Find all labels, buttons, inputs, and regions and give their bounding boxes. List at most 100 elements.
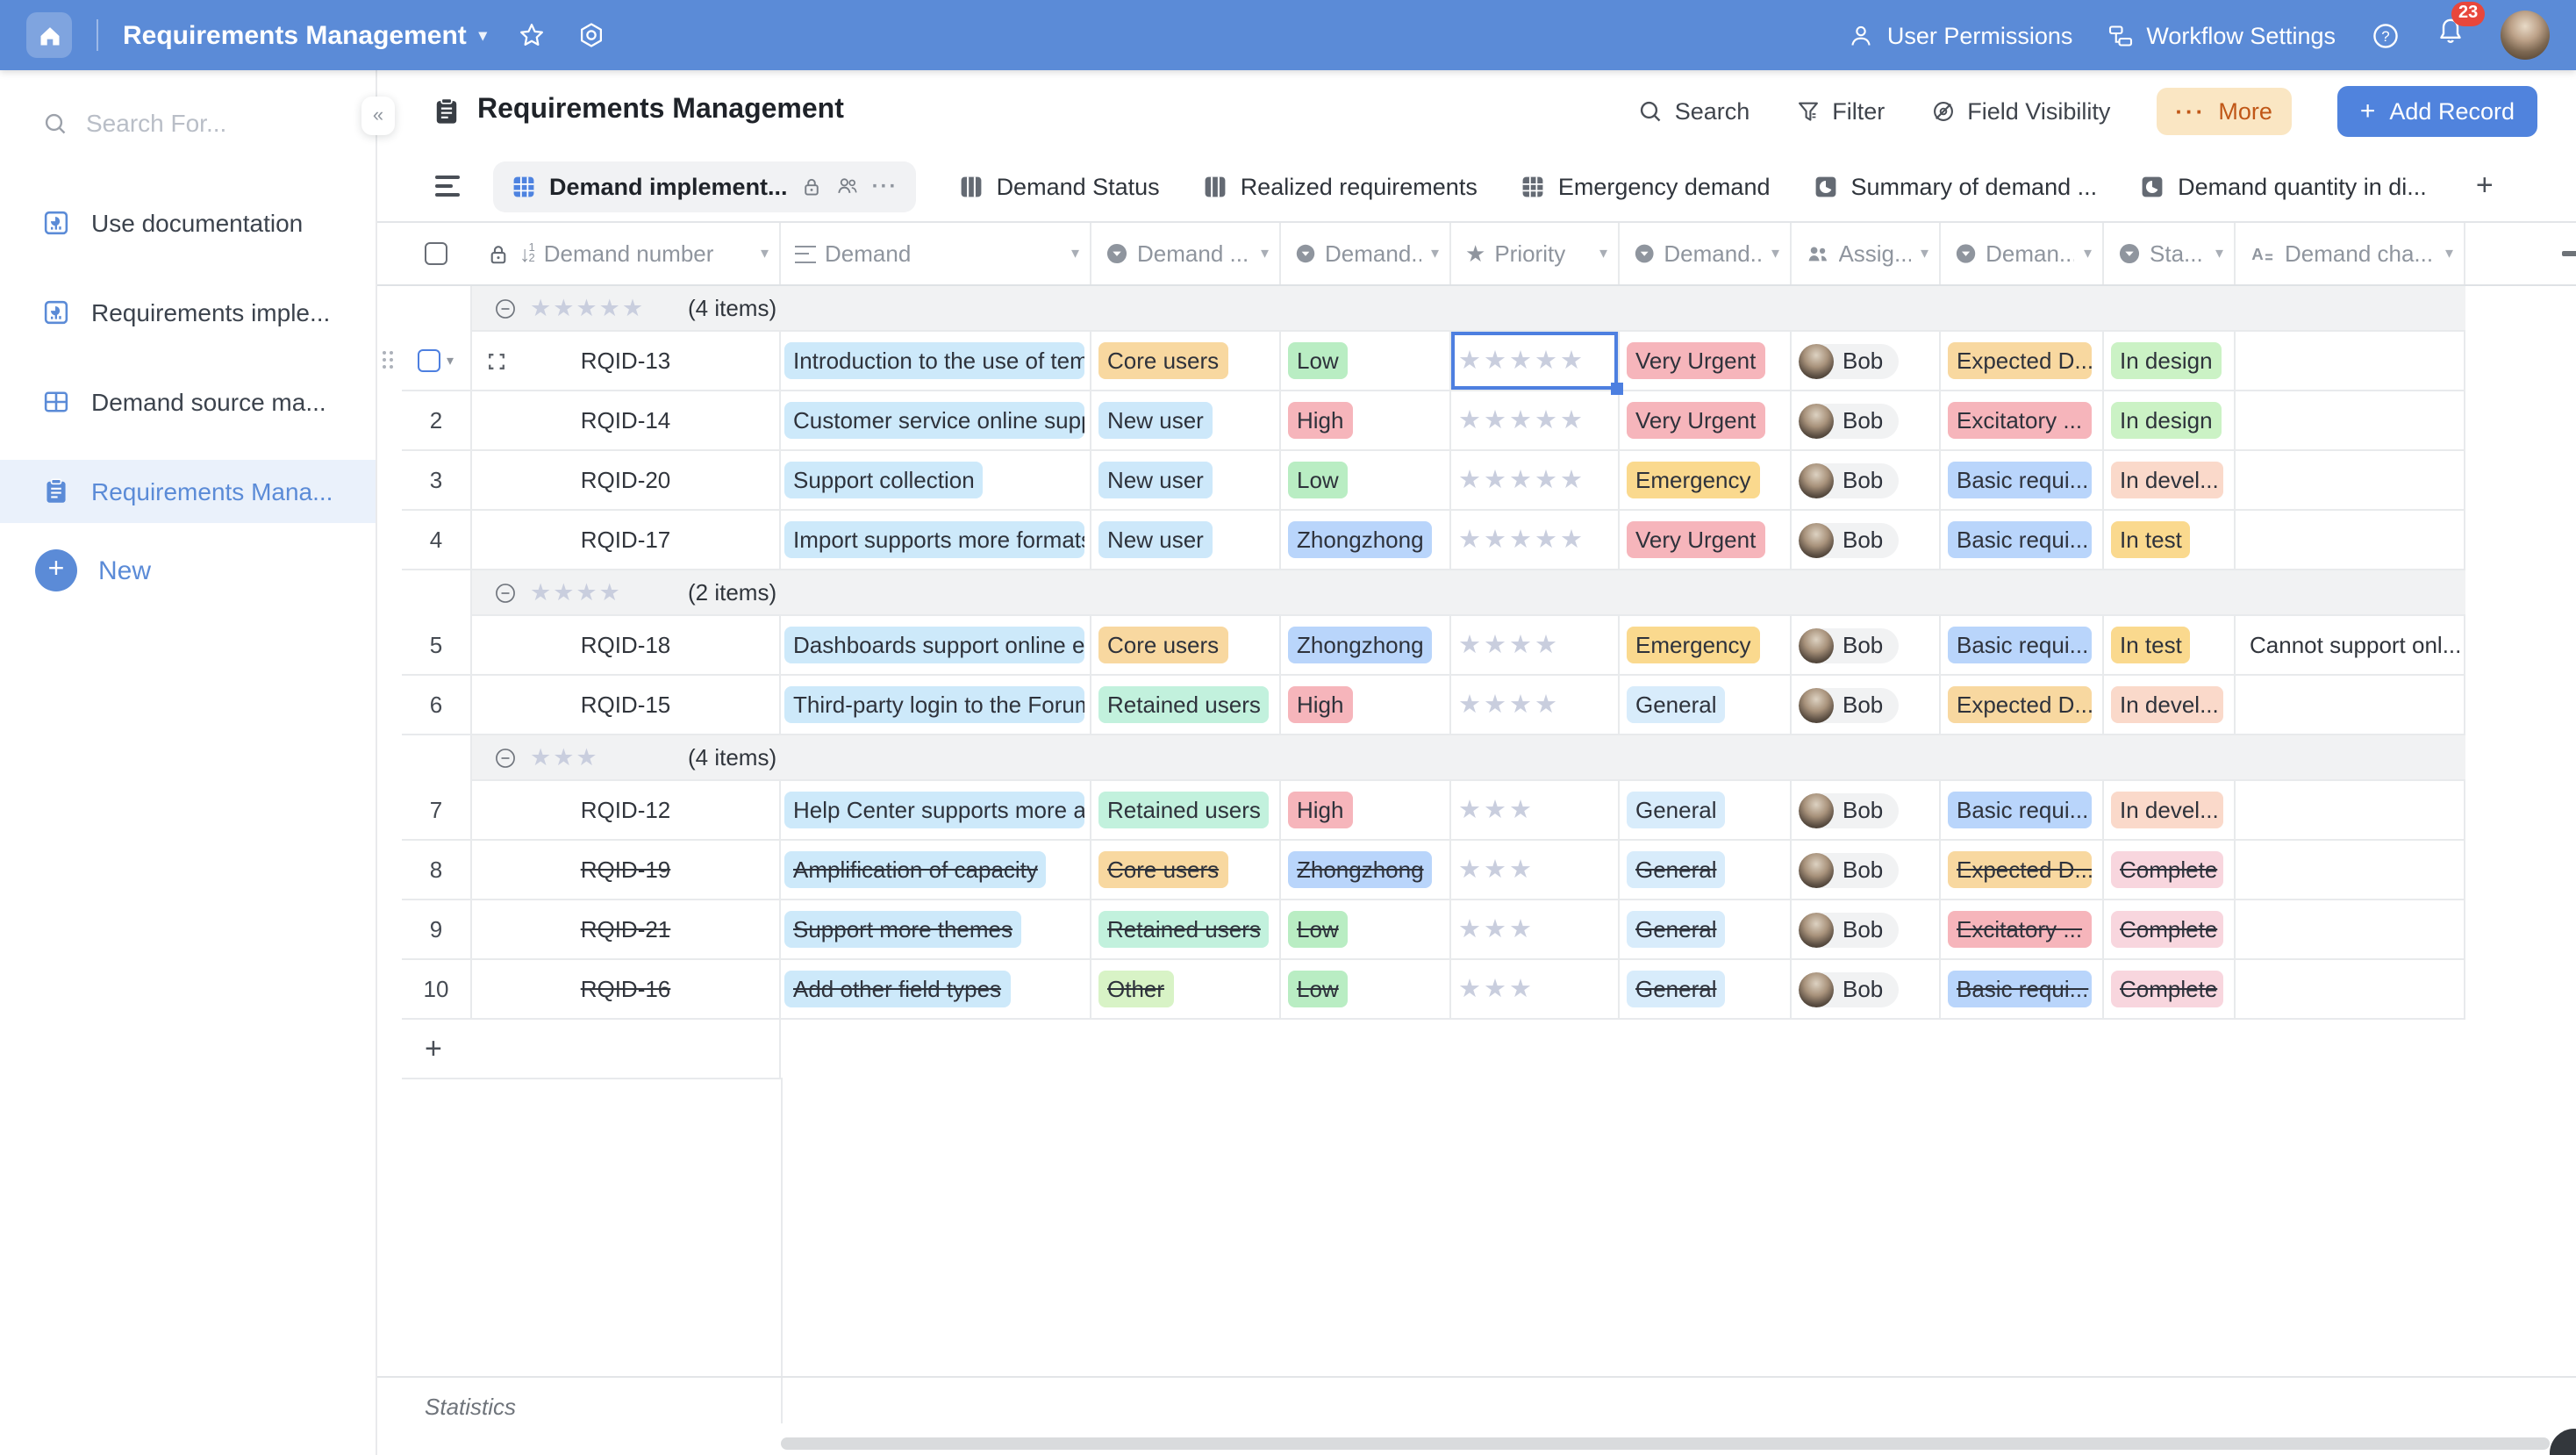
cell-status[interactable]: Complete [2104,960,2236,1020]
cell-demand-user-type[interactable]: New user [1091,391,1281,451]
cell-demand-user-type[interactable]: Core users [1091,616,1281,676]
cell-assignee[interactable]: Bob [1792,332,1941,391]
settings-icon[interactable] [578,21,606,49]
cell-demand-channel[interactable]: Cannot support onl... [2236,616,2465,676]
column-caret-icon[interactable]: ▾ [1921,244,1932,263]
cell-priority[interactable]: ★★★ [1451,781,1620,841]
column-caret-icon[interactable]: ▾ [1071,244,1083,263]
row-index-cell[interactable]: 4 [402,511,472,570]
drag-handle-icon[interactable] [383,351,397,372]
cell-assignee[interactable]: Bob [1792,511,1941,570]
filter-button[interactable]: Filter [1795,97,1885,124]
column-header-6-assig[interactable]: Assig...▾ [1792,223,1941,284]
cell-demand-level[interactable]: Low [1281,332,1451,391]
cell-status[interactable]: In devel... [2104,676,2236,735]
column-caret-icon[interactable]: ▾ [2215,244,2227,263]
column-header-9-demand-cha[interactable]: ADemand cha...▾ [2236,223,2465,284]
cell-assignee[interactable]: Bob [1792,960,1941,1020]
home-button[interactable] [26,12,72,58]
cell-demand-user-type[interactable]: Retained users [1091,900,1281,960]
cell-demand[interactable]: Support collection [781,451,1091,511]
cell-demand-type[interactable]: Basic requi... [1941,781,2104,841]
cell-demand[interactable]: Customer service online supp [781,391,1091,451]
collapse-group-icon[interactable] [493,745,518,770]
cell-demand-urgency[interactable]: General [1620,900,1792,960]
column-caret-icon[interactable]: ▾ [1771,244,1783,263]
cell-demand-type[interactable]: Excitatory ... [1941,900,2104,960]
column-header-1-demand[interactable]: Demand▾ [781,223,1091,284]
row-index-cell[interactable]: 9 [402,900,472,960]
collapse-group-icon[interactable] [493,296,518,320]
cell-demand-channel[interactable] [2236,511,2465,570]
sidebar-item-requirements-imple[interactable]: Requirements imple... [0,281,376,344]
cell-status[interactable]: In test [2104,511,2236,570]
cell-demand[interactable]: Help Center supports more ar [781,781,1091,841]
expand-record-icon[interactable] [486,350,507,371]
cell-demand-urgency[interactable]: General [1620,841,1792,900]
cell-demand-urgency[interactable]: Very Urgent [1620,391,1792,451]
cell-demand-level[interactable]: Low [1281,451,1451,511]
cell-demand[interactable]: Add other field types [781,960,1091,1020]
cell-status[interactable]: In devel... [2104,451,2236,511]
column-caret-icon[interactable]: ▾ [2445,244,2457,263]
cell-demand-user-type[interactable]: New user [1091,511,1281,570]
cell-demand-type[interactable]: Basic requi... [1941,616,2104,676]
more-icon[interactable]: ··· [872,179,898,193]
sidebar-item-demand-source-ma[interactable]: Demand source ma... [0,370,376,434]
cell-demand-urgency[interactable]: Emergency [1620,616,1792,676]
cell-demand-level[interactable]: High [1281,781,1451,841]
workspace-title[interactable]: Requirements Management ▾ [123,20,487,50]
cell-demand-level[interactable]: Zhongzhong [1281,616,1451,676]
cell-demand[interactable]: Support more themes [781,900,1091,960]
cell-demand-channel[interactable] [2236,676,2465,735]
tab-demand-implement[interactable]: Demand implement...··· [493,161,916,211]
horizontal-scrollbar[interactable] [781,1437,2550,1450]
cell-demand-user-type[interactable]: Retained users [1091,781,1281,841]
column-caret-icon[interactable]: ▾ [2084,244,2095,263]
cell-status[interactable]: In test [2104,616,2236,676]
add-view-button[interactable]: + [2469,168,2501,204]
cell-demand[interactable]: Introduction to the use of tem [781,332,1091,391]
cell-status[interactable]: In design [2104,391,2236,451]
new-button[interactable]: + New [0,549,376,591]
tab-demand-status[interactable]: Demand Status [958,173,1160,199]
cell-priority[interactable]: ★★★ [1451,960,1620,1020]
statistics-label[interactable]: Statistics [425,1394,516,1420]
cell-demand-number[interactable]: RQID-15 [472,676,781,735]
row-index-cell[interactable]: 7 [402,781,472,841]
cell-assignee[interactable]: Bob [1792,451,1941,511]
cell-status[interactable]: In devel... [2104,781,2236,841]
cell-priority[interactable]: ★★★★★ [1451,332,1620,391]
cell-demand-level[interactable]: Low [1281,900,1451,960]
notifications-button[interactable]: 23 [2436,16,2465,54]
favorite-star-icon[interactable] [519,21,547,49]
cell-priority[interactable]: ★★★★★ [1451,511,1620,570]
help-icon[interactable]: ? [2371,20,2401,50]
tab-emergency-demand[interactable]: Emergency demand [1520,173,1771,199]
tab-demand-quantity-in-di[interactable]: Demand quantity in di... [2139,173,2427,199]
search-button[interactable]: Search [1638,97,1750,124]
more-button[interactable]: ··· More [2156,87,2292,134]
cell-demand-user-type[interactable]: New user [1091,451,1281,511]
column-header-8-sta[interactable]: Sta...▾ [2104,223,2236,284]
select-all-checkbox[interactable] [425,242,447,265]
tab-summary-of-demand[interactable]: Summary of demand ... [1813,173,2098,199]
cell-status[interactable]: Complete [2104,841,2236,900]
cell-demand-type[interactable]: Excitatory ... [1941,391,2104,451]
cell-demand-urgency[interactable]: General [1620,960,1792,1020]
cell-demand-user-type[interactable]: Retained users [1091,676,1281,735]
cell-demand[interactable]: Import supports more formats [781,511,1091,570]
column-header-4-priority[interactable]: ★Priority▾ [1451,223,1620,284]
add-field-button-clipped[interactable] [2562,251,2576,255]
cell-demand-user-type[interactable]: Core users [1091,841,1281,900]
cell-demand-type[interactable]: Basic requi... [1941,451,2104,511]
cell-demand-channel[interactable] [2236,332,2465,391]
cell-demand-user-type[interactable]: Core users [1091,332,1281,391]
user-permissions-button[interactable]: User Permissions [1849,22,2073,48]
selection-handle[interactable] [1611,383,1623,395]
cell-demand-channel[interactable] [2236,960,2465,1020]
cell-demand-number[interactable]: RQID-16 [472,960,781,1020]
cell-demand-level[interactable]: High [1281,391,1451,451]
cell-demand-urgency[interactable]: Very Urgent [1620,332,1792,391]
cell-demand-type[interactable]: Expected D... [1941,841,2104,900]
